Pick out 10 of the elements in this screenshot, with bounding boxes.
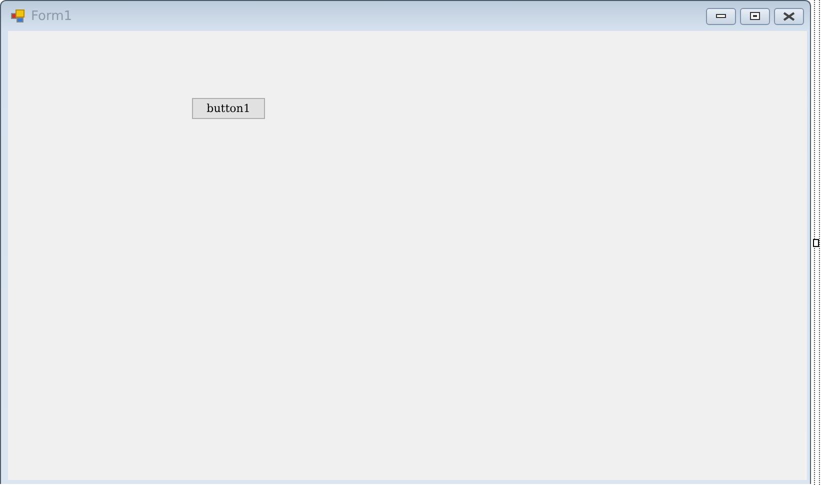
- resize-handle[interactable]: [813, 238, 819, 246]
- close-icon: [783, 12, 795, 20]
- maximize-icon: [750, 12, 760, 20]
- maximize-button[interactable]: [740, 8, 770, 24]
- app-icon: [11, 9, 25, 23]
- window-title: Form1: [31, 8, 74, 24]
- minimize-button[interactable]: [706, 8, 736, 24]
- minimize-icon: [716, 14, 726, 18]
- close-button[interactable]: [774, 8, 804, 24]
- form-button[interactable]: button1: [192, 98, 265, 119]
